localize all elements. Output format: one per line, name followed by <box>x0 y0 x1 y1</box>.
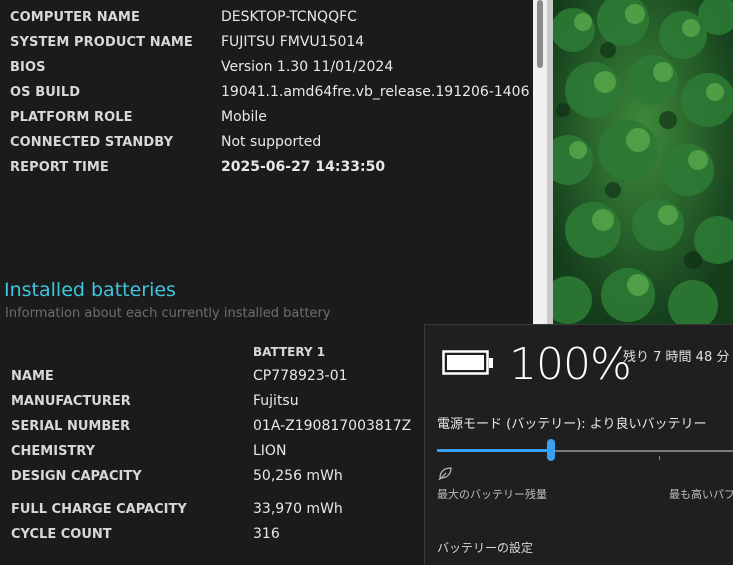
info-label: REPORT TIME <box>10 160 109 175</box>
power-mode-slider-thumb[interactable] <box>547 439 555 461</box>
power-mode-slider-fill <box>437 449 551 452</box>
info-label: COMPUTER NAME <box>10 10 140 25</box>
info-label: PLATFORM ROLE <box>10 110 133 125</box>
battery-label: FULL CHARGE CAPACITY <box>11 502 187 517</box>
info-row-platform-role: PLATFORM ROLE Mobile <box>0 105 533 130</box>
info-row-os-build: OS BUILD 19041.1.amd64fre.vb_release.191… <box>0 80 533 105</box>
info-label: CONNECTED STANDBY <box>10 135 174 150</box>
battery-value: CP778923-01 <box>253 368 348 384</box>
battery-flyout: 100% 残り 7 時間 48 分 電源モード (バッテリー): より良いバッテ… <box>424 324 733 565</box>
battery-value: 50,256 mWh <box>253 468 343 484</box>
slider-label-best-battery: 最大のバッテリー残量 <box>437 488 547 501</box>
info-label: SYSTEM PRODUCT NAME <box>10 35 193 50</box>
battery-percent: 100% <box>509 339 632 390</box>
section-title-installed-batteries: Installed batteries <box>4 279 176 301</box>
battery-label: MANUFACTURER <box>11 394 131 409</box>
battery-full-icon <box>442 350 494 380</box>
slider-label-best-performance: 最も高いパフォーマンス <box>669 488 733 501</box>
info-row-system-product-name: SYSTEM PRODUCT NAME FUJITSU FMVU15014 <box>0 30 533 55</box>
info-label: OS BUILD <box>10 85 81 100</box>
power-mode-label: 電源モード (バッテリー): より良いバッテリー <box>437 417 707 432</box>
info-value: Mobile <box>221 109 267 125</box>
info-value: 19041.1.amd64fre.vb_release.191206-1406 <box>221 84 530 100</box>
info-value: Version 1.30 11/01/2024 <box>221 59 394 75</box>
battery-remaining-time: 残り 7 時間 48 分 <box>623 350 730 365</box>
battery-label: NAME <box>11 369 54 384</box>
battery-value: 316 <box>253 526 280 542</box>
battery-label: CYCLE COUNT <box>11 527 112 542</box>
battery-value: Fujitsu <box>253 393 299 409</box>
info-value: 2025-06-27 14:33:50 <box>221 159 386 175</box>
battery-settings-link[interactable]: バッテリーの設定 <box>437 539 533 556</box>
battery-label: CHEMISTRY <box>11 444 96 459</box>
section-subtitle: Information about each currently install… <box>5 306 331 321</box>
battery-label: DESIGN CAPACITY <box>11 469 142 484</box>
battery-column-header: BATTERY 1 <box>253 345 326 359</box>
battery-value: LION <box>253 443 287 459</box>
desktop-wallpaper <box>553 0 733 330</box>
battery-value: 33,970 mWh <box>253 501 343 517</box>
battery-label: SERIAL NUMBER <box>11 419 131 434</box>
scrollbar-thumb[interactable] <box>537 0 543 68</box>
info-label: BIOS <box>10 60 46 75</box>
info-value: DESKTOP-TCNQQFC <box>221 9 357 25</box>
battery-value: 01A-Z190817003817Z <box>253 418 412 434</box>
info-value: FUJITSU FMVU15014 <box>221 34 365 50</box>
battery-saver-leaf-icon <box>437 465 453 485</box>
info-row-computer-name: COMPUTER NAME DESKTOP-TCNQQFC <box>0 5 533 30</box>
info-row-report-time: REPORT TIME 2025-06-27 14:33:50 <box>0 155 533 180</box>
forest-wallpaper-image <box>553 0 733 330</box>
slider-tick <box>659 456 660 460</box>
info-value: Not supported <box>221 134 322 150</box>
info-row-bios: BIOS Version 1.30 11/01/2024 <box>0 55 533 80</box>
info-row-connected-standby: CONNECTED STANDBY Not supported <box>0 130 533 155</box>
